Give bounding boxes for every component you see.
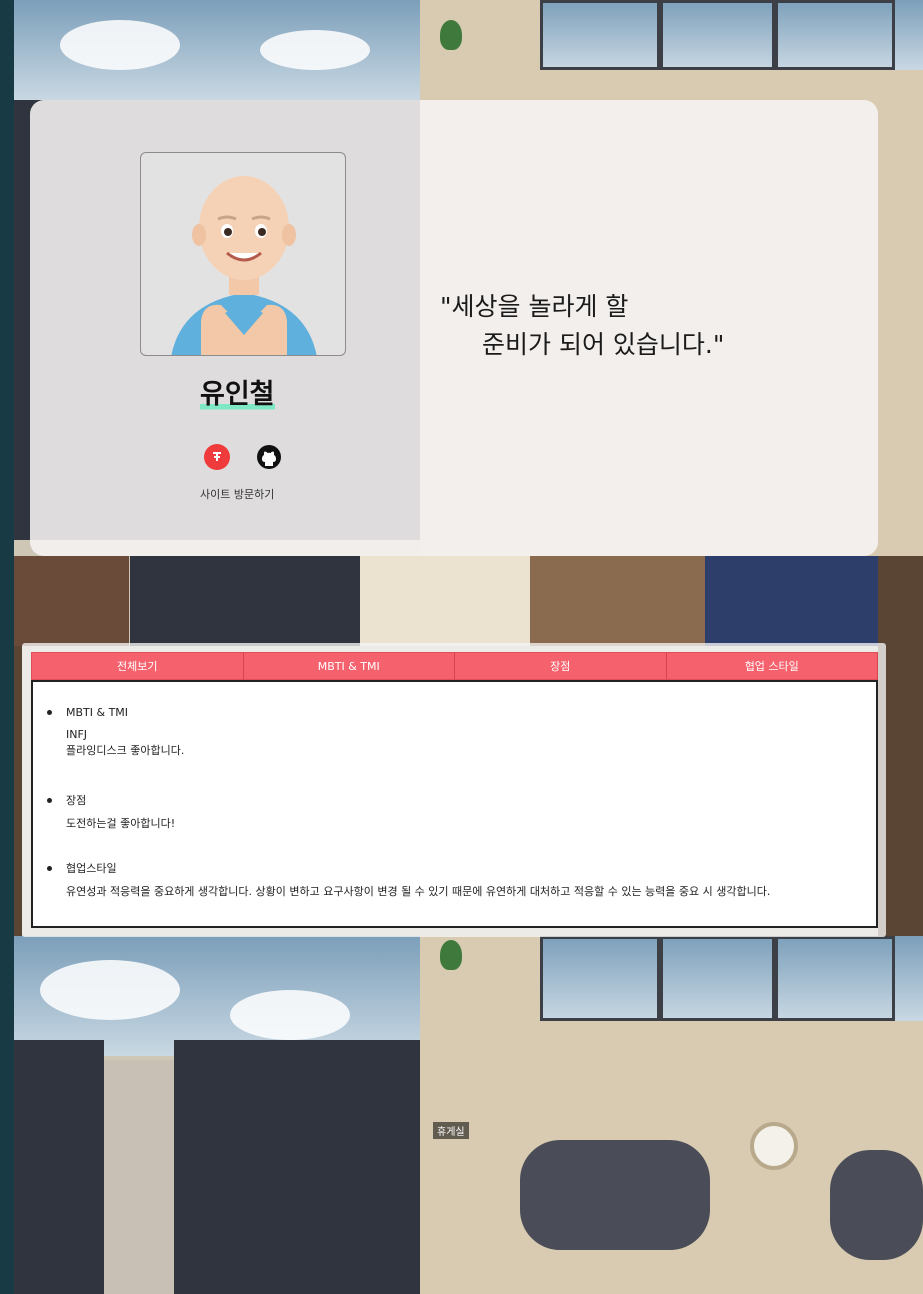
section-line: 유연성과 적응력을 중요하게 생각합니다. 상황이 변하고 요구사항이 변경 될… — [66, 885, 771, 898]
site-links — [204, 444, 282, 470]
dark-room — [14, 1040, 104, 1294]
bullet-icon — [47, 710, 52, 715]
section-title: 협업스타일 — [47, 860, 867, 876]
section-title-text: 장점 — [66, 794, 87, 807]
section-strengths: 장점 도전하는걸 좋아합니다! — [47, 792, 175, 832]
window-frame — [775, 936, 895, 1021]
profile-card: 유인철 "세상을 놀라게 할 준비가 되어 있습니다." 사이트 방문하기 — [30, 100, 878, 556]
room-light — [360, 556, 530, 646]
window-frame — [775, 0, 895, 70]
section-title: 장점 — [47, 792, 175, 808]
room-label: 휴게실 — [433, 1122, 469, 1139]
github-icon[interactable] — [256, 444, 282, 470]
section-body: 유연성과 적응력을 중요하게 생각합니다. 상황이 변하고 요구사항이 변경 될… — [66, 884, 867, 900]
tab-strengths[interactable]: 장점 — [455, 652, 667, 680]
info-tabs-panel: 전체보기 MBTI & TMI 장점 협업 스타일 MBTI & TMI INF… — [22, 643, 886, 937]
blog-icon — [213, 452, 221, 461]
section-line: INFJ — [66, 728, 88, 741]
visit-site-label[interactable]: 사이트 방문하기 — [200, 486, 274, 502]
sidebar-strip — [0, 0, 14, 1294]
section-collab-style: 협업스타일 유연성과 적응력을 중요하게 생각합니다. 상황이 변하고 요구사항… — [47, 860, 867, 900]
github-icon — [257, 445, 281, 469]
plant — [440, 940, 462, 970]
section-line: 플라잉디스크 좋아합니다. — [66, 744, 185, 757]
bullet-icon — [47, 865, 52, 871]
bullet-icon — [47, 797, 52, 803]
room-wall — [14, 556, 129, 646]
tab-all[interactable]: 전체보기 — [31, 652, 244, 680]
dark-room — [174, 1040, 420, 1294]
window-frame — [660, 0, 775, 70]
clock-icon — [750, 1122, 798, 1170]
tab-content: MBTI & TMI INFJ 플라잉디스크 좋아합니다. 장점 도전하는걸 좋… — [31, 680, 878, 928]
section-title-text: MBTI & TMI — [66, 706, 129, 719]
rug — [520, 1140, 710, 1250]
avatar — [140, 152, 346, 356]
room-wall — [530, 556, 705, 646]
profile-name: 유인철 — [200, 372, 275, 411]
section-mbti: MBTI & TMI INFJ 플라잉디스크 좋아합니다. — [47, 706, 184, 759]
section-body: 도전하는걸 좋아합니다! — [66, 816, 175, 832]
blog-icon[interactable] — [204, 444, 230, 470]
cloud — [40, 960, 180, 1020]
corridor — [104, 1060, 174, 1294]
section-body: INFJ 플라잉디스크 좋아합니다. — [66, 727, 184, 759]
section-line: 도전하는걸 좋아합니다! — [66, 817, 176, 830]
cloud — [60, 20, 180, 70]
avatar-image — [171, 176, 317, 355]
tab-mbti[interactable]: MBTI & TMI — [243, 652, 455, 680]
quote-line-1: "세상을 놀라게 할 — [440, 292, 629, 321]
window-frame — [660, 936, 775, 1021]
cloud — [230, 990, 350, 1040]
room-dark — [130, 556, 360, 646]
window-frame — [540, 936, 660, 1021]
quote-line-2: 준비가 되어 있습니다." — [482, 330, 725, 359]
rug — [830, 1150, 923, 1260]
section-title: MBTI & TMI — [47, 706, 184, 719]
cloud — [260, 30, 370, 70]
tab-bar: 전체보기 MBTI & TMI 장점 협업 스타일 — [31, 652, 878, 680]
section-title-text: 협업스타일 — [66, 862, 117, 875]
window-frame — [540, 0, 660, 70]
room-wall — [14, 646, 22, 936]
tab-collab-style[interactable]: 협업 스타일 — [666, 652, 878, 680]
plant — [440, 20, 462, 50]
profile-quote: "세상을 놀라게 할 준비가 되어 있습니다." — [440, 288, 830, 364]
